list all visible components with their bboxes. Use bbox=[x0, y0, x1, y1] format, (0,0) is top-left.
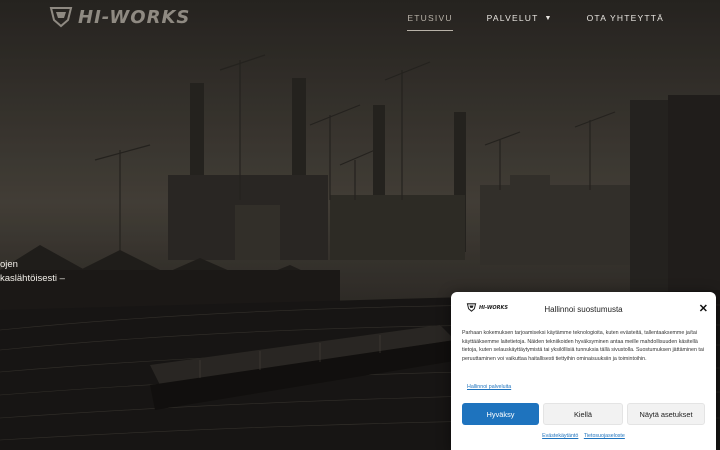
cookie-policy-links: Evästekäytäntö Tietosuojaseloste bbox=[451, 433, 716, 439]
nav-item-palvelut-label: PALVELUT bbox=[486, 13, 539, 23]
privacy-policy-link[interactable]: Tietosuojaseloste bbox=[584, 433, 625, 439]
logo-text: HI-WORKS bbox=[78, 6, 191, 28]
nav-item-palvelut[interactable]: PALVELUT ▼ bbox=[487, 13, 553, 23]
hero-text-line-2: kaslähtöisesti – bbox=[0, 273, 65, 284]
nav-item-ota-yhteytta[interactable]: OTA YHTEYTTÄ bbox=[587, 13, 664, 23]
hero-text-line-1: ojen bbox=[0, 259, 18, 270]
hero-text: ojen kaslähtöisesti – bbox=[0, 258, 65, 286]
cookie-policy-link[interactable]: Evästekäytäntö bbox=[542, 433, 578, 439]
cookie-dialog-title: Hallinnoi suostumusta bbox=[544, 305, 623, 314]
view-preferences-button[interactable]: Näytä asetukset bbox=[627, 403, 705, 425]
nav-menu: ETUSIVU PALVELUT ▼ OTA YHTEYTTÄ bbox=[407, 13, 664, 31]
manage-services-link[interactable]: Hallinnoi palveluita bbox=[467, 384, 511, 390]
site-logo[interactable]: HI-WORKS bbox=[48, 6, 190, 28]
close-icon[interactable]: ✕ bbox=[699, 302, 708, 315]
nav-item-etusivu[interactable]: ETUSIVU bbox=[407, 13, 453, 31]
cookie-dialog-body: Parhaan kokemuksen tarjoamiseksi käytämm… bbox=[462, 330, 705, 362]
cookie-consent-dialog: HI-WORKS Hallinnoi suostumusta ✕ Parhaan… bbox=[451, 292, 716, 450]
chevron-down-icon: ▼ bbox=[544, 15, 553, 22]
accept-button[interactable]: Hyväksy bbox=[462, 403, 539, 425]
shield-logo-icon bbox=[49, 7, 73, 28]
deny-button[interactable]: Kiellä bbox=[543, 403, 623, 425]
top-navigation: HI-WORKS ETUSIVU PALVELUT ▼ OTA YHTEYTTÄ bbox=[0, 0, 720, 42]
